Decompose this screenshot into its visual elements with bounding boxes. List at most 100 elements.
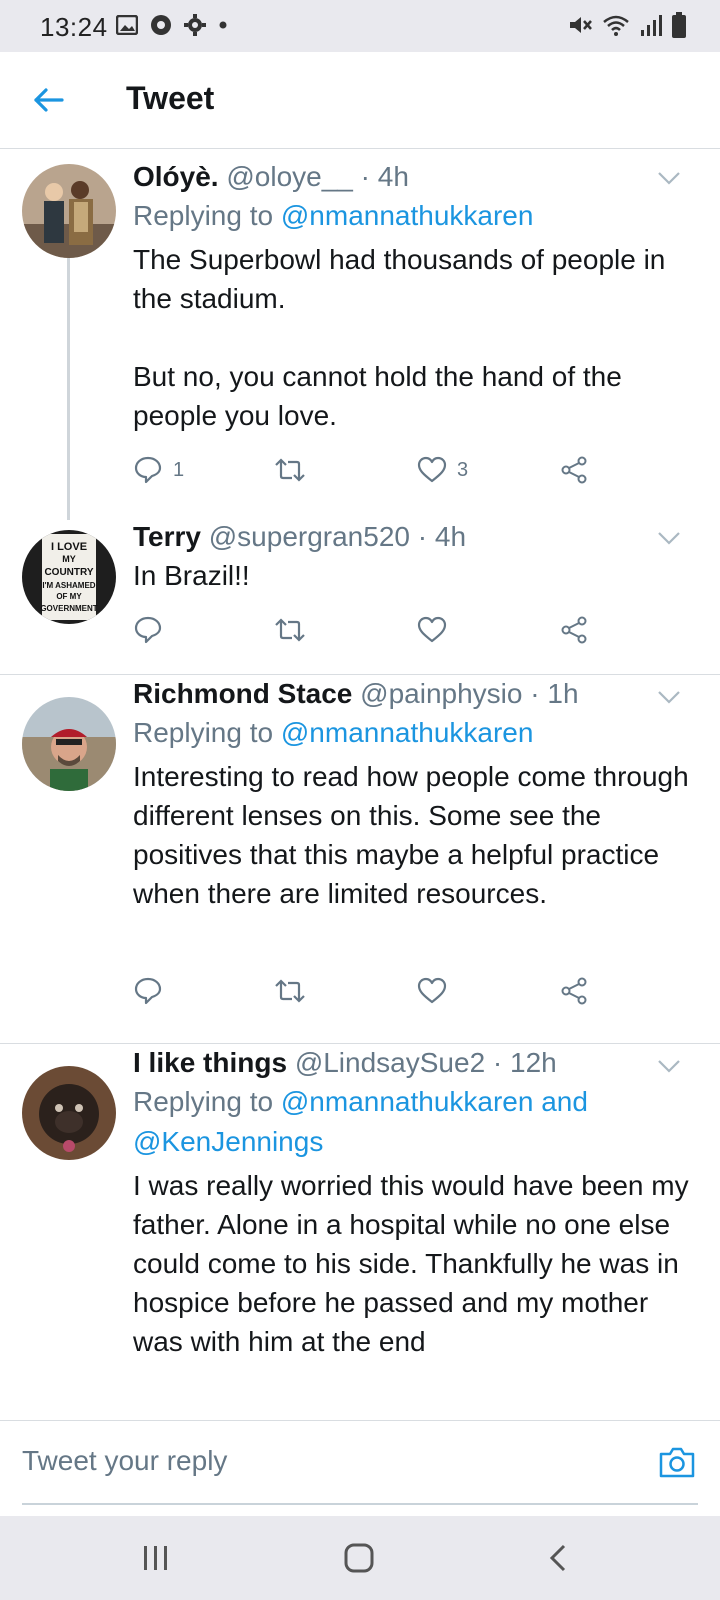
mention-link[interactable]: @KenJennings: [133, 1126, 323, 1157]
tweet-actions: 1 3: [133, 450, 613, 490]
svg-text:OF MY: OF MY: [56, 592, 82, 601]
tweet-meta: Richmond Stace @painphysio · 1h: [133, 675, 690, 713]
mute-icon: [570, 17, 592, 33]
user-handle[interactable]: @painphysio: [360, 678, 522, 709]
reply-input[interactable]: Tweet your reply: [22, 1445, 227, 1477]
tweet-text: I was really worried this would have bee…: [133, 1170, 689, 1357]
share-button[interactable]: [559, 450, 589, 490]
display-name[interactable]: I like things: [133, 1047, 287, 1078]
reply-button[interactable]: 1: [133, 450, 184, 490]
chrome-icon: [151, 15, 171, 35]
display-name[interactable]: Richmond Stace: [133, 678, 352, 709]
reply-button[interactable]: [133, 971, 163, 1011]
status-bar: 13:24: [0, 0, 720, 52]
tweet-terry[interactable]: I LOVE MY COUNTRY I'M ASHAMED OF MY GOVE…: [0, 518, 720, 674]
user-handle[interactable]: @LindsaySue2: [295, 1047, 485, 1078]
share-icon: [561, 977, 587, 1005]
thread-line: [67, 258, 70, 520]
mention-link[interactable]: @nmannathukkaren: [281, 200, 534, 231]
retweet-icon: [275, 979, 305, 1003]
chevron-down-icon[interactable]: [656, 1058, 682, 1074]
reply-icon: [134, 616, 162, 644]
chevron-down-icon[interactable]: [656, 170, 682, 186]
svg-text:I'M ASHAMED: I'M ASHAMED: [42, 581, 95, 590]
gear-icon: [184, 14, 206, 36]
svg-text:I LOVE: I LOVE: [51, 541, 87, 553]
tweet-time: 4h: [377, 161, 409, 192]
tweet-meta: I like things @LindsaySue2 · 12h: [133, 1044, 690, 1082]
avatar[interactable]: [22, 164, 116, 258]
tweet-actions: [133, 610, 613, 650]
svg-text:COUNTRY: COUNTRY: [44, 567, 93, 578]
svg-text:MY: MY: [62, 554, 76, 564]
replying-prefix: Replying to: [133, 717, 281, 748]
separator-dot: ·: [492, 1047, 503, 1078]
heart-icon: [417, 456, 447, 483]
tweet-text: Interesting to read how people come thro…: [133, 761, 689, 909]
tweet-text: The Superbowl had thousands of people in…: [133, 244, 666, 431]
separator-dot: ·: [530, 678, 540, 709]
reply-button[interactable]: [133, 610, 163, 650]
user-handle[interactable]: @oloye__: [226, 161, 353, 192]
top-app-bar: Tweet: [0, 52, 720, 149]
image-icon: [116, 15, 138, 35]
avatar[interactable]: [22, 1066, 116, 1160]
like-button[interactable]: [417, 971, 447, 1011]
input-underline: [22, 1503, 698, 1505]
tweet-oloye[interactable]: Olóyè. @oloye__ · 4h Replying to @nmanna…: [0, 148, 720, 520]
separator-dot: ·: [417, 521, 428, 552]
separator-dot: ·: [360, 161, 370, 192]
avatar[interactable]: [22, 697, 116, 791]
camera-icon[interactable]: [658, 1445, 696, 1479]
replying-to: Replying to @nmannathukkaren: [133, 196, 690, 236]
tweet-time: 12h: [510, 1047, 557, 1078]
share-button[interactable]: [559, 971, 589, 1011]
svg-text:GOVERNMENT: GOVERNMENT: [40, 604, 97, 613]
like-button[interactable]: 3: [417, 450, 468, 490]
mention-link[interactable]: @nmannathukkaren: [281, 717, 534, 748]
signal-icon: [641, 15, 662, 36]
like-count: 3: [457, 458, 469, 481]
tweet-richmond[interactable]: Richmond Stace @painphysio · 1h Replying…: [0, 675, 720, 1043]
tweet-lindsaysue[interactable]: I like things @LindsaySue2 · 12h Replyin…: [0, 1044, 720, 1420]
tweet-meta: Terry @supergran520 · 4h: [133, 518, 690, 556]
replying-prefix: Replying to: [133, 200, 281, 231]
retweet-button[interactable]: [273, 610, 307, 650]
tweet-actions: [133, 971, 613, 1011]
share-icon: [561, 456, 587, 484]
retweet-icon: [275, 458, 305, 482]
retweet-button[interactable]: [273, 971, 307, 1011]
share-button[interactable]: [559, 610, 589, 650]
status-time: 13:24: [40, 12, 108, 42]
reply-icon: [134, 456, 162, 484]
avatar[interactable]: I LOVE MY COUNTRY I'M ASHAMED OF MY GOVE…: [22, 530, 116, 624]
mention-link[interactable]: @nmannathukkaren and: [281, 1086, 588, 1117]
heart-icon: [417, 977, 447, 1004]
user-handle[interactable]: @supergran520: [209, 521, 410, 552]
reply-count: 1: [173, 458, 185, 481]
share-icon: [561, 616, 587, 644]
back-icon[interactable]: [540, 1542, 580, 1574]
chevron-down-icon[interactable]: [656, 689, 682, 705]
chevron-down-icon[interactable]: [656, 530, 682, 546]
replying-prefix: Replying to: [133, 1086, 281, 1117]
tweet-time: 1h: [547, 678, 579, 709]
heart-icon: [417, 616, 447, 643]
back-arrow-icon[interactable]: [30, 82, 66, 118]
retweet-icon: [275, 618, 305, 642]
reply-icon: [134, 977, 162, 1005]
replying-to: Replying to @nmannathukkaren and @KenJen…: [133, 1082, 690, 1162]
replying-to: Replying to @nmannathukkaren: [133, 713, 690, 753]
wifi-icon: [603, 15, 629, 36]
page-title: Tweet: [126, 80, 215, 116]
tweet-text: In Brazil!!: [133, 560, 250, 591]
display-name[interactable]: Olóyè.: [133, 161, 219, 192]
retweet-button[interactable]: [273, 450, 307, 490]
tweet-meta: Olóyè. @oloye__ · 4h: [133, 158, 690, 196]
dot-icon: [219, 21, 227, 29]
recents-icon[interactable]: [136, 1542, 176, 1574]
home-icon[interactable]: [340, 1542, 380, 1574]
reply-composer[interactable]: Tweet your reply: [0, 1420, 720, 1505]
display-name[interactable]: Terry: [133, 521, 201, 552]
like-button[interactable]: [417, 610, 447, 650]
